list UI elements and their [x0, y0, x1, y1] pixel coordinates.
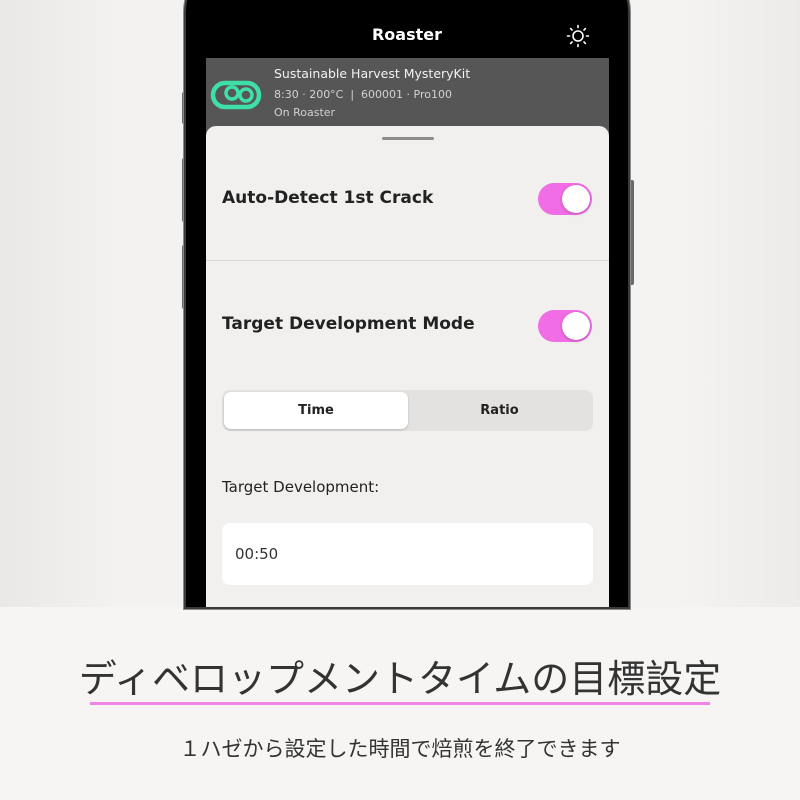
phone-power-button	[630, 180, 634, 285]
roast-card-meta: 8:30 · 200°C | 600001 · Pro100	[274, 88, 452, 101]
roast-card-title: Sustainable Harvest MysteryKit	[274, 66, 471, 81]
caption-underline	[90, 702, 710, 705]
target-mode-toggle[interactable]	[538, 310, 592, 342]
auto-detect-label: Auto-Detect 1st Crack	[222, 188, 434, 208]
auto-detect-toggle[interactable]	[538, 183, 592, 215]
caption-title: ディベロップメントタイムの目標設定	[78, 657, 722, 701]
section-divider	[206, 260, 609, 261]
roast-card-status: On Roaster	[274, 106, 336, 119]
caption-subtitle: １ハゼから設定した時間で焙煎を終了できます	[179, 737, 621, 761]
toggle-knob	[562, 185, 590, 213]
target-development-label: Target Development:	[222, 478, 380, 496]
toggle-knob	[562, 312, 590, 340]
target-mode-label: Target Development Mode	[222, 314, 475, 334]
segment-time[interactable]: Time	[224, 392, 408, 429]
sun-icon[interactable]	[566, 24, 590, 48]
screen-title: Roaster	[371, 25, 443, 44]
segment-ratio[interactable]: Ratio	[408, 392, 591, 429]
roaster-kit-icon	[210, 80, 262, 110]
target-development-input[interactable]	[222, 523, 593, 585]
sheet-grabber-handle[interactable]	[382, 137, 434, 140]
mode-segmented-control: Time Ratio	[222, 390, 593, 431]
